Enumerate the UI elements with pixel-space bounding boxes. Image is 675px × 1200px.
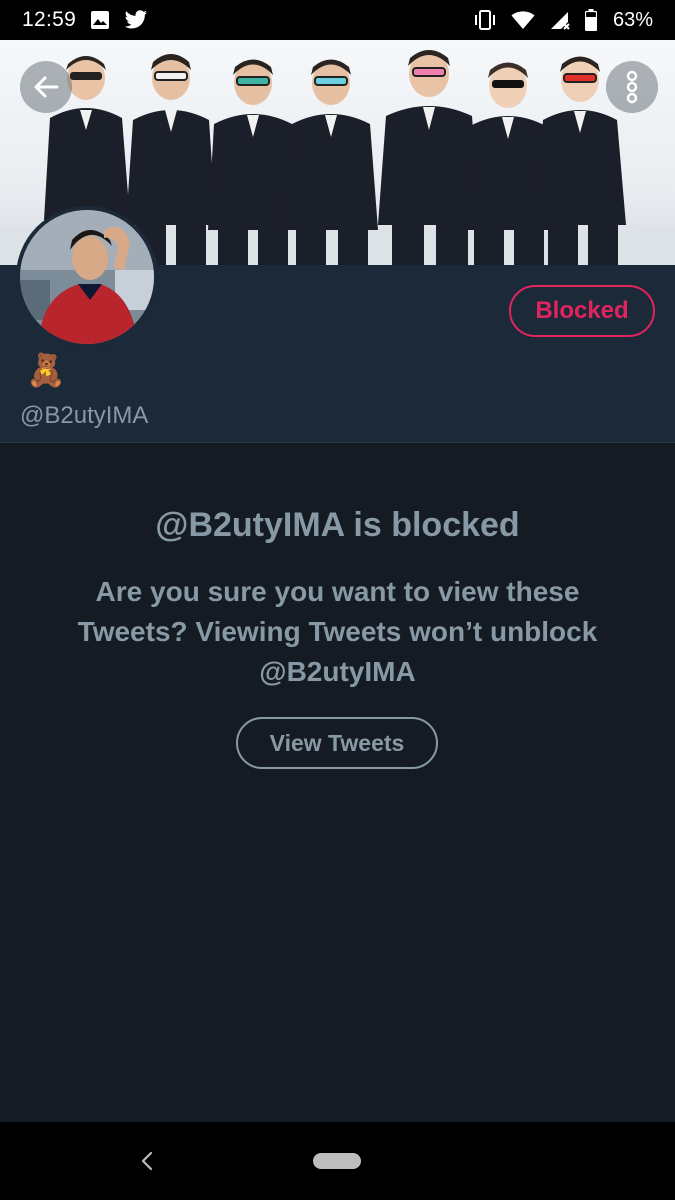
status-bar: 12:59 63% [0, 0, 675, 40]
view-tweets-button[interactable]: View Tweets [236, 717, 438, 769]
battery-icon [584, 9, 597, 31]
blocked-notice-title: @B2utyIMA is blocked [155, 506, 520, 544]
status-right: 63% [473, 9, 653, 32]
blocked-notice: @B2utyIMA is blocked Are you sure you wa… [0, 444, 675, 1122]
blocked-button[interactable]: Blocked [509, 285, 655, 337]
battery-percent: 63% [612, 8, 653, 31]
nav-back-icon[interactable] [134, 1148, 160, 1174]
cell-signal-icon [549, 10, 571, 30]
avatar-photo [20, 210, 154, 344]
avatar[interactable] [16, 206, 158, 348]
blocked-notice-body: Are you sure you want to view these Twee… [77, 576, 598, 687]
wifi-icon [511, 10, 535, 30]
image-icon [90, 10, 110, 30]
system-nav-bar [0, 1122, 675, 1200]
more-vertical-icon [625, 70, 639, 104]
vibrate-icon [473, 9, 497, 31]
status-left: 12:59 [22, 8, 148, 32]
arrow-left-icon [32, 73, 60, 101]
back-button[interactable] [20, 61, 72, 113]
home-pill-icon[interactable] [313, 1153, 361, 1169]
profile-handle: @B2utyIMA [20, 402, 149, 429]
twitter-bird-icon [124, 10, 148, 30]
profile-display-name: 🧸 [26, 352, 66, 388]
more-options-button[interactable] [606, 61, 658, 113]
status-time: 12:59 [22, 8, 77, 31]
